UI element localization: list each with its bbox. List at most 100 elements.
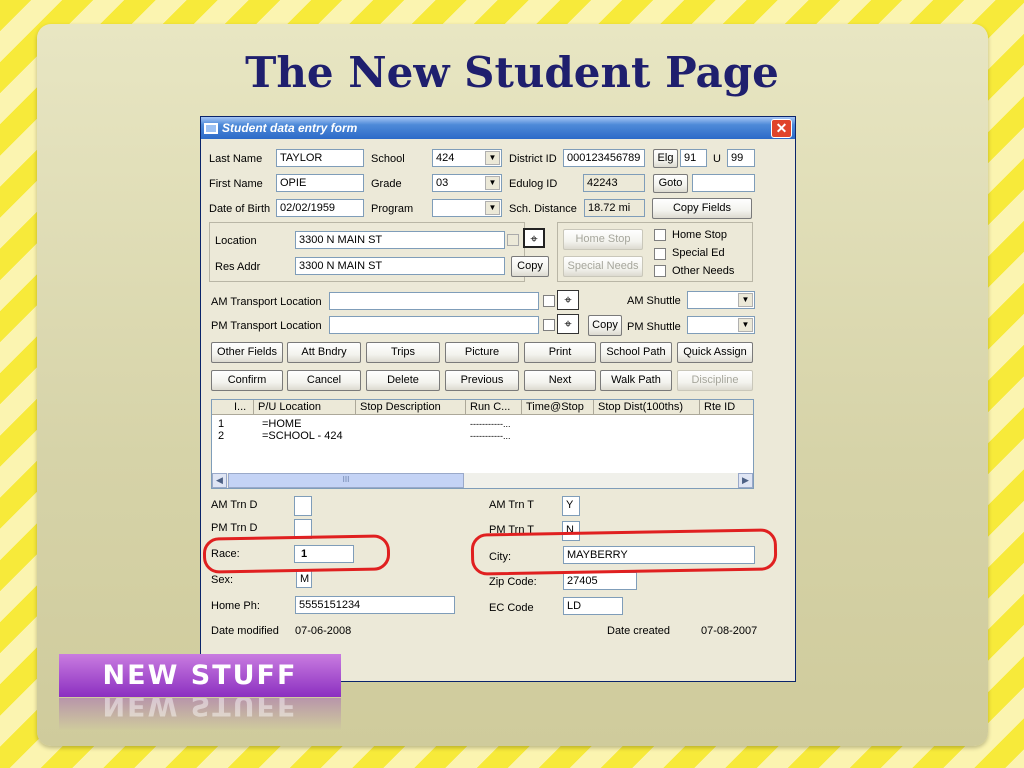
school-select[interactable]: 424 ▼: [432, 149, 502, 167]
scroll-left-icon[interactable]: ◀: [212, 473, 227, 488]
res-addr-label: Res Addr: [215, 261, 261, 273]
school-path-button[interactable]: School Path: [600, 342, 672, 363]
stops-table[interactable]: I... P/U Location Stop Description Run C…: [211, 399, 754, 489]
close-icon[interactable]: ✕: [771, 118, 792, 138]
am-trn-t-label: AM Trn T: [489, 499, 535, 511]
column-header[interactable]: Stop Description: [356, 400, 466, 415]
home-stop-label: Home Stop: [672, 229, 728, 241]
new-stuff-badge: NEW STUFF: [59, 654, 341, 697]
copy-res-addr-button[interactable]: Copy: [511, 256, 549, 277]
location-field[interactable]: 3300 N MAIN ST: [295, 231, 505, 249]
date-modified-value: 07-06-2008: [295, 625, 352, 637]
confirm-button[interactable]: Confirm: [211, 370, 283, 391]
walk-path-button[interactable]: Walk Path: [600, 370, 672, 391]
last-name-label: Last Name: [209, 153, 263, 165]
quick-assign-button[interactable]: Quick Assign: [677, 342, 753, 363]
print-button[interactable]: Print: [524, 342, 596, 363]
pm-shuttle-select[interactable]: ▼: [687, 316, 755, 334]
pm-transport-field[interactable]: [329, 316, 539, 334]
home-stop-checkbox[interactable]: [654, 229, 666, 241]
goto-button[interactable]: Goto: [653, 174, 688, 193]
previous-button[interactable]: Previous: [445, 370, 519, 391]
location-label: Location: [215, 235, 257, 247]
program-select[interactable]: ▼: [432, 199, 502, 217]
column-header[interactable]: Rte ID: [700, 400, 755, 415]
last-name-field[interactable]: TAYLOR: [276, 149, 364, 167]
am-transport-field[interactable]: [329, 292, 539, 310]
district-id-label: District ID: [509, 153, 557, 165]
zip-code-field[interactable]: 27405: [563, 572, 637, 590]
district-id-field[interactable]: 000123456789: [563, 149, 645, 167]
am-transport-checkbox[interactable]: [543, 295, 555, 307]
other-needs-label: Other Needs: [672, 265, 735, 277]
column-header[interactable]: Stop Dist(100ths): [594, 400, 700, 415]
special-needs-button: Special Needs: [563, 256, 643, 277]
new-stuff-reflection: NEW STUFF: [59, 698, 341, 734]
other-needs-checkbox[interactable]: [654, 265, 666, 277]
edulog-id-label: Edulog ID: [509, 178, 558, 190]
trips-button[interactable]: Trips: [366, 342, 440, 363]
pm-transport-checkbox[interactable]: [543, 319, 555, 331]
elg-button[interactable]: Elg: [653, 149, 678, 168]
row-index: 1: [218, 418, 225, 430]
sch-distance-field: 18.72 mi: [584, 199, 645, 217]
delete-button[interactable]: Delete: [366, 370, 440, 391]
chevron-down-icon: ▼: [738, 293, 753, 307]
am-trn-d-field[interactable]: [294, 496, 312, 516]
dob-label: Date of Birth: [209, 203, 271, 215]
pm-trn-d-label: PM Trn D: [211, 522, 258, 534]
window-titlebar[interactable]: Student data entry form ✕: [201, 117, 795, 139]
sex-label: Sex:: [211, 574, 234, 586]
special-ed-checkbox[interactable]: [654, 248, 666, 260]
next-button[interactable]: Next: [524, 370, 596, 391]
slide-title: The New Student Page: [245, 48, 779, 97]
goto-field[interactable]: [692, 174, 755, 192]
column-header[interactable]: Run C...: [466, 400, 522, 415]
row-index: 2: [218, 430, 225, 442]
other-fields-button[interactable]: Other Fields: [211, 342, 283, 363]
column-header[interactable]: Time@Stop: [522, 400, 594, 415]
chevron-down-icon: ▼: [485, 201, 500, 215]
grade-select[interactable]: 03 ▼: [432, 174, 502, 192]
map-pin-icon[interactable]: ⌖: [557, 314, 579, 334]
copy-fields-button[interactable]: Copy Fields: [652, 198, 752, 219]
column-header[interactable]: P/U Location: [254, 400, 356, 415]
home-ph-field[interactable]: 5555151234: [295, 596, 455, 614]
map-pin-icon[interactable]: ⌖: [557, 290, 579, 310]
row-run: -----------...: [470, 419, 511, 429]
column-header[interactable]: I...: [230, 400, 254, 415]
scroll-thumb[interactable]: III: [228, 473, 464, 488]
first-name-field[interactable]: OPIE: [276, 174, 364, 192]
reflection-text: NEW STUFF: [102, 698, 298, 721]
picture-button[interactable]: Picture: [445, 342, 519, 363]
stops-table-header: I... P/U Location Stop Description Run C…: [212, 400, 753, 415]
ec-code-field[interactable]: LD: [563, 597, 623, 615]
horizontal-scrollbar[interactable]: ◀ III ▶: [212, 473, 753, 488]
school-label: School: [371, 153, 405, 165]
copy-transport-button[interactable]: Copy: [588, 315, 622, 336]
home-stop-button: Home Stop: [563, 229, 643, 250]
scroll-right-icon[interactable]: ▶: [738, 473, 753, 488]
grade-label: Grade: [371, 178, 402, 190]
school-value: 424: [436, 152, 455, 164]
elg-field[interactable]: 91: [680, 149, 707, 167]
location-verified-checkbox: [507, 234, 519, 246]
row-location: =SCHOOL - 424: [262, 430, 343, 442]
map-pin-icon[interactable]: ⌖: [523, 228, 545, 248]
sex-field[interactable]: M: [296, 570, 312, 588]
am-transport-label: AM Transport Location: [211, 296, 322, 308]
sch-distance-label: Sch. Distance: [509, 203, 577, 215]
cancel-button[interactable]: Cancel: [287, 370, 361, 391]
discipline-button: Discipline: [677, 370, 753, 391]
am-shuttle-select[interactable]: ▼: [687, 291, 755, 309]
dob-field[interactable]: 02/02/1959: [276, 199, 364, 217]
att-bndry-button[interactable]: Att Bndry: [287, 342, 361, 363]
window-icon: [204, 122, 218, 134]
window-title: Student data entry form: [222, 121, 358, 135]
res-addr-field[interactable]: 3300 N MAIN ST: [295, 257, 505, 275]
u-field[interactable]: 99: [727, 149, 755, 167]
chevron-down-icon: ▼: [485, 151, 500, 165]
am-trn-t-field[interactable]: Y: [562, 496, 580, 516]
am-shuttle-label: AM Shuttle: [627, 295, 681, 307]
student-entry-window: Student data entry form ✕ Last Name TAYL…: [200, 116, 796, 682]
